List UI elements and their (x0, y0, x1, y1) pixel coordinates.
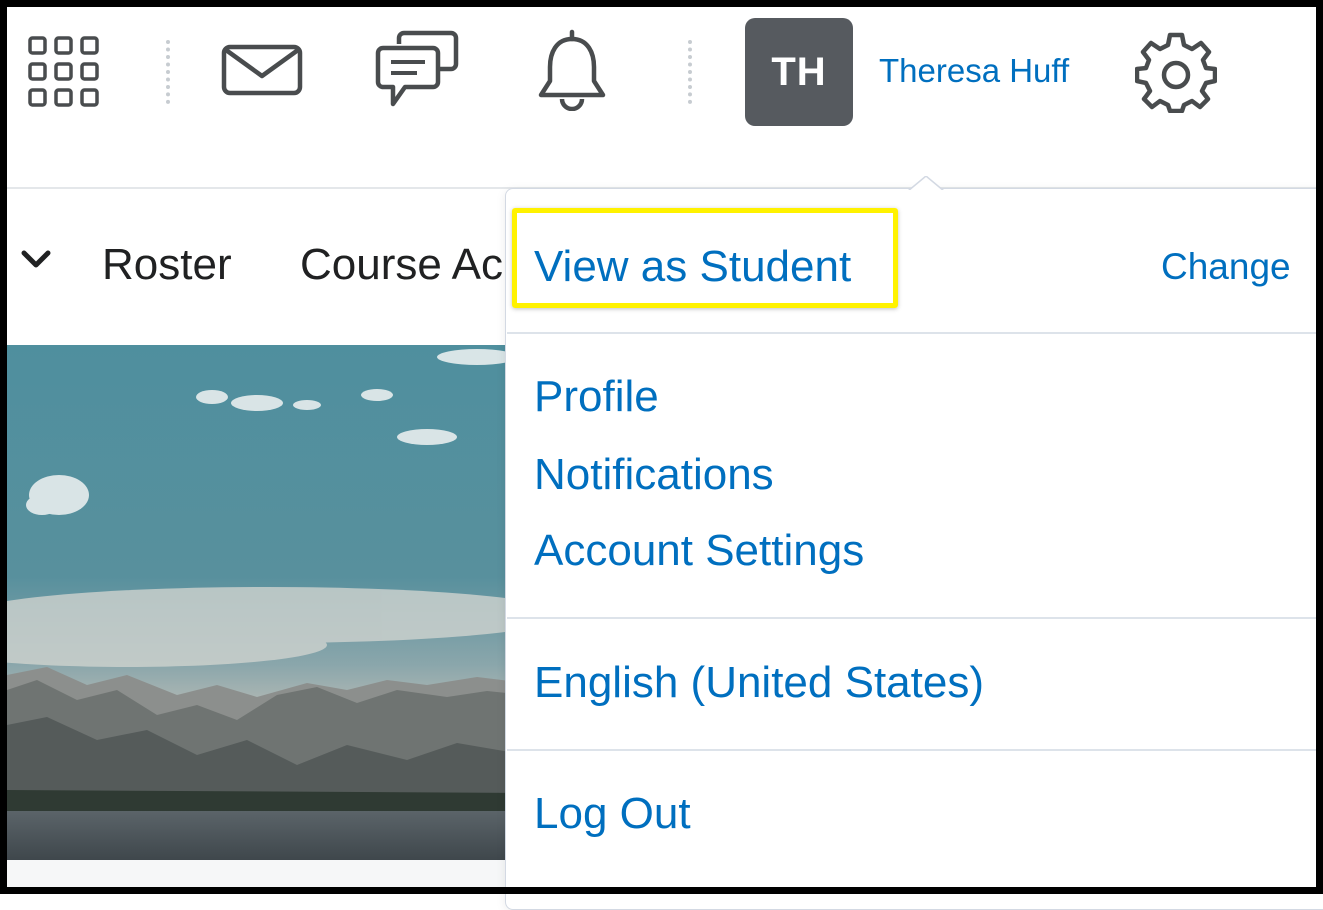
chevron-down-icon[interactable] (21, 249, 51, 274)
header-separator (166, 40, 174, 104)
change-link[interactable]: Change (1161, 246, 1291, 288)
profile-link[interactable]: Profile (534, 372, 659, 422)
course-banner-image (7, 345, 527, 860)
mail-icon[interactable] (220, 40, 304, 100)
grid-icon[interactable] (26, 34, 102, 110)
avatar[interactable]: TH (745, 18, 853, 126)
nav-item-course-admin[interactable]: Course Ac (300, 240, 503, 290)
notifications-link[interactable]: Notifications (534, 450, 774, 500)
language-link[interactable]: English (United States) (534, 658, 984, 708)
top-header (7, 7, 1316, 187)
dropdown-pointer (905, 175, 947, 197)
nav-item-roster[interactable]: Roster (102, 240, 232, 290)
gear-icon[interactable] (1134, 30, 1218, 114)
account-settings-link[interactable]: Account Settings (534, 526, 864, 576)
header-separator (688, 40, 696, 104)
menu-separator (507, 749, 1316, 751)
view-as-student-link[interactable]: View as Student (534, 242, 851, 292)
chat-icon[interactable] (374, 30, 460, 112)
bell-icon[interactable] (534, 28, 610, 112)
menu-separator (507, 617, 1316, 619)
menu-separator (507, 332, 1316, 334)
log-out-link[interactable]: Log Out (534, 789, 691, 839)
user-name-link[interactable]: Theresa Huff (879, 52, 1069, 90)
